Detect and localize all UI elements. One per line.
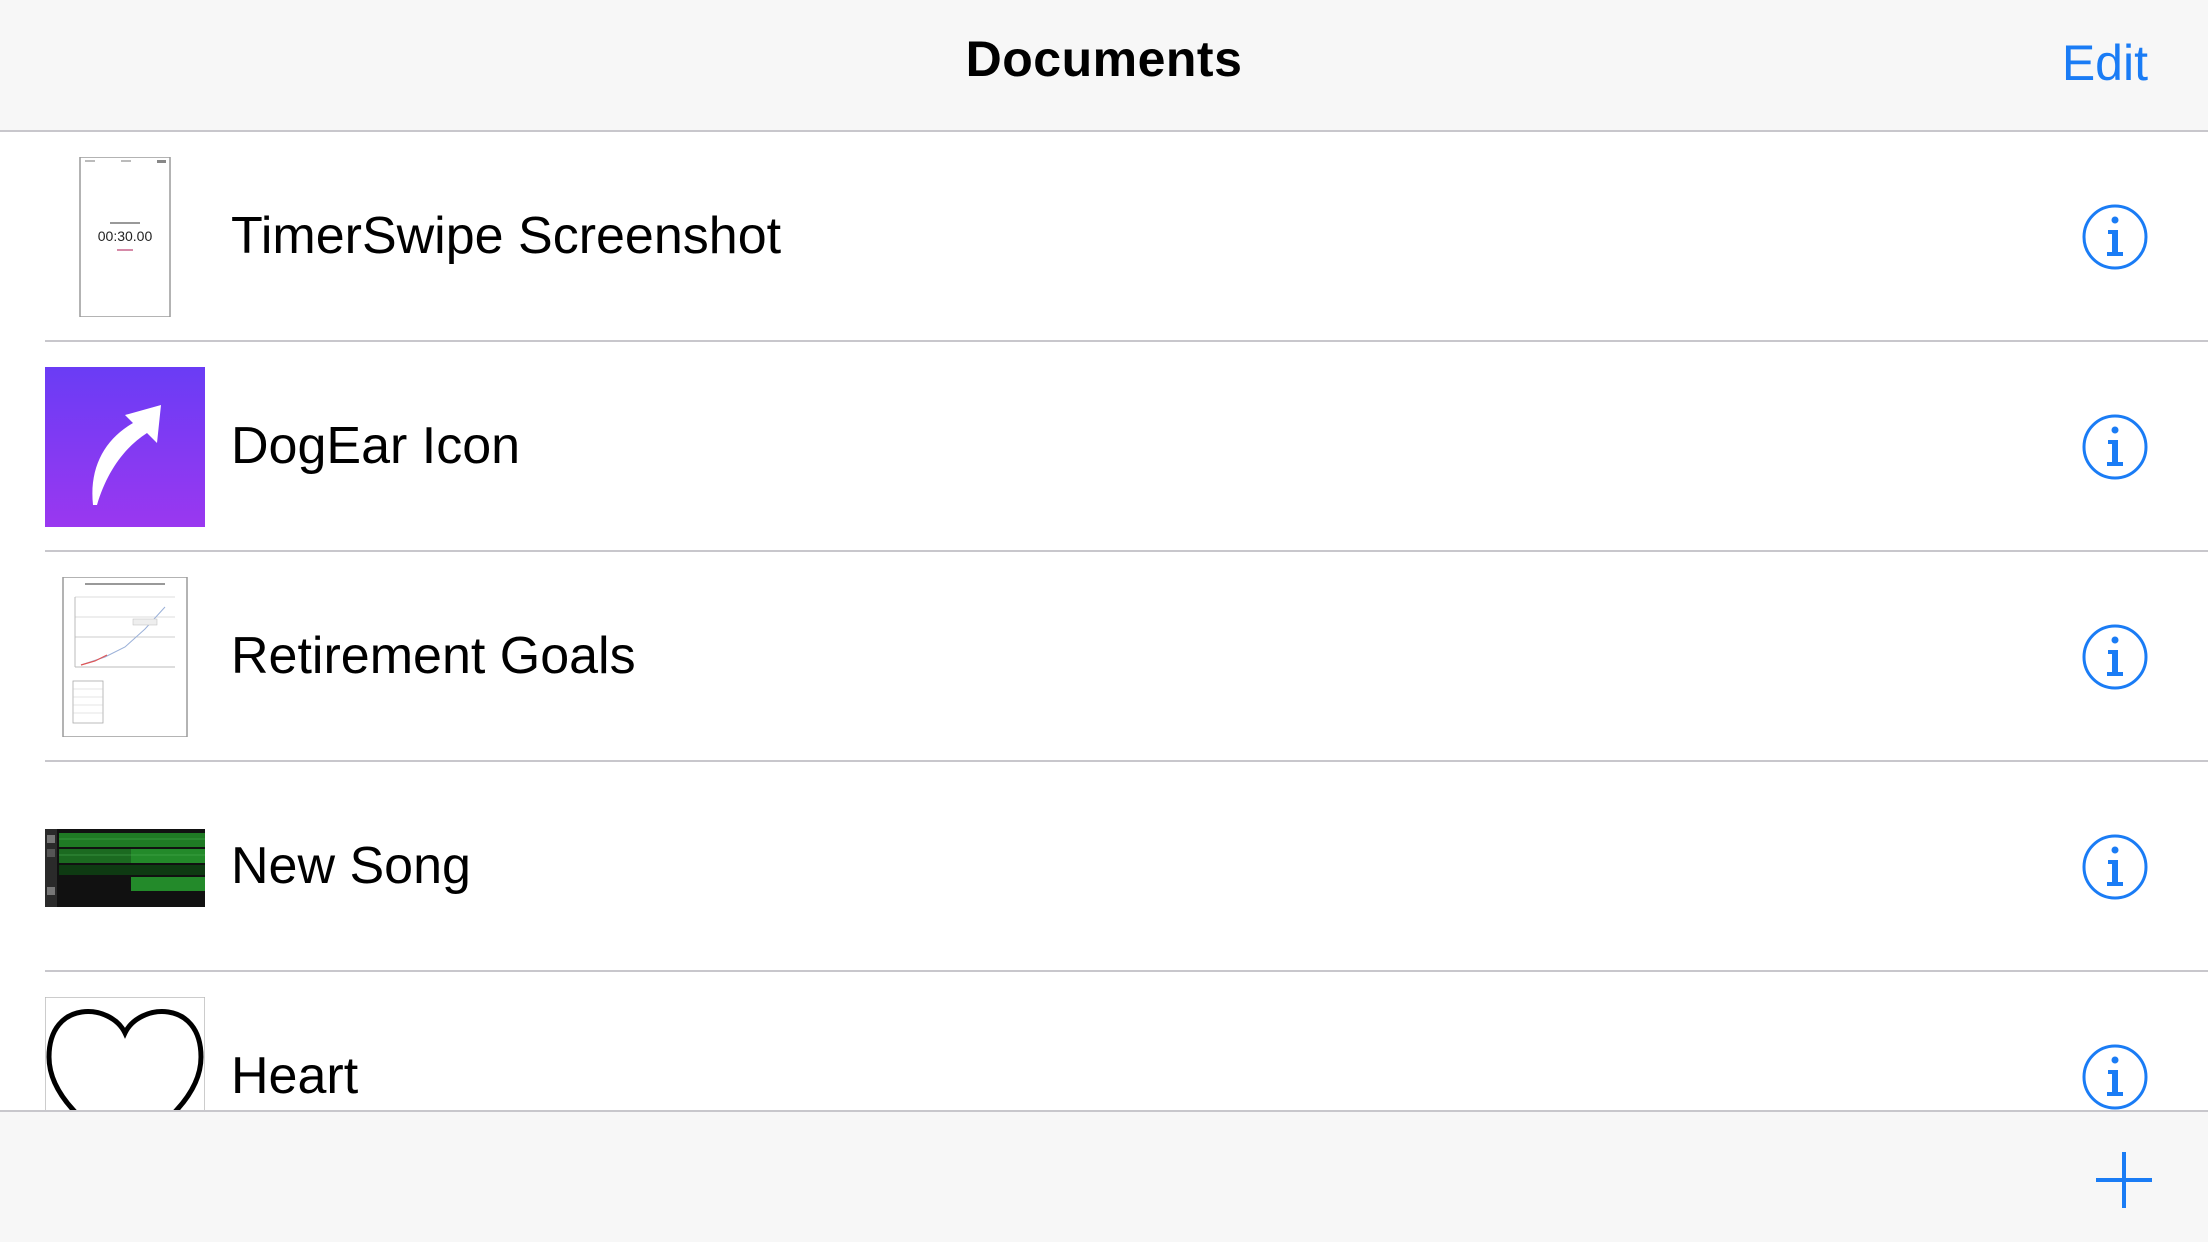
document-title: Heart — [231, 1047, 359, 1105]
navigation-bar: Documents Edit — [0, 0, 2208, 132]
info-icon[interactable] — [2082, 834, 2148, 900]
document-title: New Song — [231, 837, 471, 895]
thumbnail-timer-text: 00:30.00 — [98, 228, 153, 244]
info-icon[interactable] — [2082, 204, 2148, 270]
info-icon[interactable] — [2082, 414, 2148, 480]
document-title: Retirement Goals — [231, 627, 636, 685]
page-title: Documents — [965, 31, 1243, 87]
document-title: TimerSwipe Screenshot — [231, 207, 782, 265]
info-icon[interactable] — [2082, 1044, 2148, 1110]
info-icon[interactable] — [2082, 624, 2148, 690]
plus-icon[interactable] — [2096, 1152, 2152, 1208]
edit-button[interactable]: Edit — [2062, 34, 2148, 92]
document-title: DogEar Icon — [231, 417, 521, 475]
bottom-toolbar — [0, 1110, 2208, 1242]
document-row[interactable]: Retirement Goals — [0, 552, 2208, 762]
document-row[interactable]: New Song — [0, 762, 2208, 972]
document-list: 00:30.00 TimerSwipe Screenshot DogEar Ic… — [0, 132, 2208, 1110]
document-row[interactable]: DogEar Icon — [0, 342, 2208, 552]
document-thumbnail: 00:30.00 — [45, 156, 205, 318]
heart-icon — [44, 996, 206, 1110]
document-row[interactable]: 00:30.00 TimerSwipe Screenshot — [0, 132, 2208, 342]
music-tracks-thumbnail — [45, 787, 205, 947]
document-row[interactable]: Heart — [0, 972, 2208, 1110]
curved-arrow-icon — [45, 367, 205, 527]
spreadsheet-thumbnail — [45, 576, 205, 738]
